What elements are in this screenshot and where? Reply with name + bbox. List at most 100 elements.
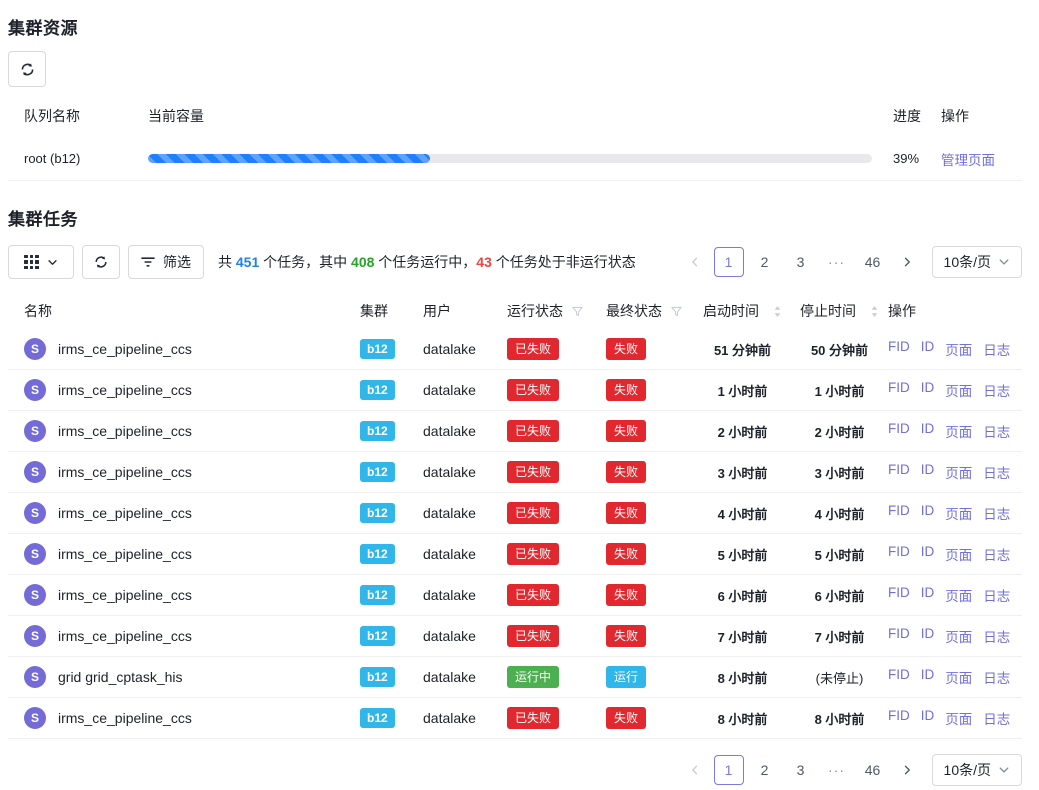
summary-count-red: 43: [476, 254, 492, 270]
action-link-page[interactable]: 页面: [945, 544, 972, 564]
action-link-log[interactable]: 日志: [983, 708, 1010, 728]
summary-text: 个任务处于非运行状态: [492, 254, 636, 270]
filter-funnel-icon[interactable]: [571, 305, 584, 318]
run-status-badge: 已失败: [507, 584, 559, 605]
action-link-page[interactable]: 页面: [945, 421, 972, 441]
action-link-page[interactable]: 页面: [945, 626, 972, 646]
action-link-id[interactable]: ID: [921, 585, 935, 605]
sort-carets-icon[interactable]: [870, 305, 879, 318]
layout-dropdown-button[interactable]: [8, 245, 74, 279]
action-link-log[interactable]: 日志: [983, 585, 1010, 605]
action-link-id[interactable]: ID: [921, 626, 935, 646]
task-name: irms_ce_pipeline_ccs: [58, 587, 192, 603]
grid-layout-icon: [24, 255, 39, 270]
task-name: grid grid_cptask_his: [58, 669, 183, 685]
table-row[interactable]: S grid grid_cptask_his b12 datalake 运行中 …: [8, 657, 1022, 698]
page-button-46[interactable]: 46: [858, 755, 888, 785]
action-link-log[interactable]: 日志: [983, 667, 1010, 687]
table-row[interactable]: S irms_ce_pipeline_ccs b12 datalake 已失败 …: [8, 698, 1022, 739]
action-link-fid[interactable]: FID: [888, 626, 910, 646]
action-link-page[interactable]: 页面: [945, 667, 972, 687]
action-link-id[interactable]: ID: [921, 462, 935, 482]
row-actions: FID ID 页面日志: [888, 626, 1022, 646]
page-button-1[interactable]: 1: [714, 755, 744, 785]
action-link-fid[interactable]: FID: [888, 380, 910, 400]
avatar: S: [24, 502, 46, 524]
action-link-page[interactable]: 页面: [945, 339, 972, 359]
action-link-fid[interactable]: FID: [888, 462, 910, 482]
action-link-id[interactable]: ID: [921, 667, 935, 687]
action-link-id[interactable]: ID: [921, 503, 935, 523]
pagination-bottom: 123···46 10条/页: [682, 754, 1022, 786]
action-link-id[interactable]: ID: [921, 380, 935, 400]
user-name: datalake: [423, 382, 507, 398]
page-button-1[interactable]: 1: [714, 247, 744, 277]
action-link-log[interactable]: 日志: [983, 626, 1010, 646]
user-name: datalake: [423, 628, 507, 644]
page-ellipsis[interactable]: ···: [822, 247, 852, 277]
table-row[interactable]: S irms_ce_pipeline_ccs b12 datalake 已失败 …: [8, 370, 1022, 411]
next-page-button[interactable]: [894, 247, 920, 277]
chevron-down-icon: [47, 257, 58, 268]
action-link-fid[interactable]: FID: [888, 339, 910, 359]
chevron-down-icon: [998, 764, 1010, 776]
task-name: irms_ce_pipeline_ccs: [58, 505, 192, 521]
start-time: 2 小时前: [694, 422, 791, 441]
manage-page-link[interactable]: 管理页面: [941, 153, 995, 168]
action-link-id[interactable]: ID: [921, 544, 935, 564]
action-link-fid[interactable]: FID: [888, 544, 910, 564]
action-link-fid[interactable]: FID: [888, 585, 910, 605]
summary-text: 个任务运行中，: [374, 254, 476, 270]
prev-page-button[interactable]: [682, 755, 708, 785]
resource-row: root (b12) 39% 管理页面: [8, 137, 1022, 181]
page-ellipsis[interactable]: ···: [822, 755, 852, 785]
page-button-3[interactable]: 3: [786, 755, 816, 785]
action-link-fid[interactable]: FID: [888, 667, 910, 687]
action-link-id[interactable]: ID: [921, 339, 935, 359]
refresh-icon: [19, 61, 36, 78]
avatar: S: [24, 379, 46, 401]
resources-refresh-button[interactable]: [8, 51, 46, 87]
table-row[interactable]: S irms_ce_pipeline_ccs b12 datalake 已失败 …: [8, 575, 1022, 616]
filter-funnel-icon[interactable]: [670, 305, 683, 318]
action-link-log[interactable]: 日志: [983, 503, 1010, 523]
table-row[interactable]: S irms_ce_pipeline_ccs b12 datalake 已失败 …: [8, 616, 1022, 657]
action-link-id[interactable]: ID: [921, 708, 935, 728]
table-row[interactable]: S irms_ce_pipeline_ccs b12 datalake 已失败 …: [8, 493, 1022, 534]
action-link-page[interactable]: 页面: [945, 585, 972, 605]
next-page-button[interactable]: [894, 755, 920, 785]
page-button-46[interactable]: 46: [858, 247, 888, 277]
tasks-refresh-button[interactable]: [82, 245, 120, 279]
action-link-log[interactable]: 日志: [983, 544, 1010, 564]
run-status-badge: 运行中: [507, 666, 559, 687]
page-button-3[interactable]: 3: [786, 247, 816, 277]
action-link-page[interactable]: 页面: [945, 462, 972, 482]
action-link-page[interactable]: 页面: [945, 708, 972, 728]
run-status-badge: 已失败: [507, 543, 559, 564]
page-button-2[interactable]: 2: [750, 755, 780, 785]
action-link-id[interactable]: ID: [921, 421, 935, 441]
action-link-page[interactable]: 页面: [945, 503, 972, 523]
action-link-fid[interactable]: FID: [888, 708, 910, 728]
page-size-select[interactable]: 10条/页: [932, 246, 1022, 278]
col-stop-time-label: 停止时间: [800, 301, 856, 321]
action-link-log[interactable]: 日志: [983, 421, 1010, 441]
filter-button[interactable]: 筛选: [128, 245, 204, 279]
table-row[interactable]: S irms_ce_pipeline_ccs b12 datalake 已失败 …: [8, 411, 1022, 452]
action-link-fid[interactable]: FID: [888, 421, 910, 441]
col-start-time: 启动时间: [694, 301, 791, 321]
action-link-log[interactable]: 日志: [983, 462, 1010, 482]
prev-page-button[interactable]: [682, 247, 708, 277]
page-button-2[interactable]: 2: [750, 247, 780, 277]
page-size-select[interactable]: 10条/页: [932, 754, 1022, 786]
action-link-page[interactable]: 页面: [945, 380, 972, 400]
action-link-fid[interactable]: FID: [888, 503, 910, 523]
action-link-log[interactable]: 日志: [983, 339, 1010, 359]
table-row[interactable]: S irms_ce_pipeline_ccs b12 datalake 已失败 …: [8, 329, 1022, 370]
table-row[interactable]: S irms_ce_pipeline_ccs b12 datalake 已失败 …: [8, 534, 1022, 575]
action-link-log[interactable]: 日志: [983, 380, 1010, 400]
sort-carets-icon[interactable]: [773, 305, 782, 318]
row-actions: FID ID 页面日志: [888, 708, 1022, 728]
table-row[interactable]: S irms_ce_pipeline_ccs b12 datalake 已失败 …: [8, 452, 1022, 493]
stop-time: 3 小时前: [791, 463, 888, 482]
